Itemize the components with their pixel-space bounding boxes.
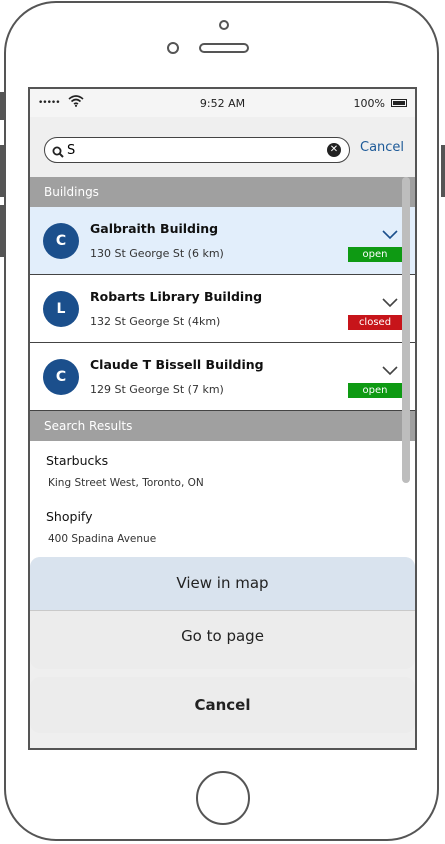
chevron-down-icon[interactable] (382, 225, 398, 244)
sensor-dot (219, 20, 229, 30)
screen: ••••• 9:52 AM 100% ✕ Cancel (28, 87, 417, 750)
mute-switch (0, 92, 4, 120)
view-in-map-button[interactable]: View in map (30, 557, 415, 611)
building-name: Claude T Bissell Building (90, 357, 264, 372)
building-address: 132 St George St (4km) (90, 315, 221, 328)
action-sheet: View in map Go to page (30, 557, 415, 669)
earpiece-speaker (199, 43, 249, 53)
battery-icon (391, 99, 407, 107)
building-row[interactable]: C Galbraith Building 130 St George St (6… (30, 207, 415, 275)
chevron-down-icon[interactable] (382, 361, 398, 380)
home-button[interactable] (196, 771, 250, 825)
volume-down-button (0, 205, 4, 257)
avatar: C (43, 359, 79, 395)
action-sheet-cancel-button[interactable]: Cancel (30, 677, 415, 733)
battery-percent: 100% (353, 97, 385, 110)
result-name: Starbucks (46, 453, 109, 468)
avatar: L (43, 291, 79, 327)
search-icon (52, 143, 64, 162)
go-to-page-button[interactable]: Go to page (30, 610, 415, 663)
section-header-search-results: Search Results (30, 411, 415, 441)
building-row[interactable]: L Robarts Library Building 132 St George… (30, 275, 415, 343)
chevron-down-icon[interactable] (382, 293, 398, 312)
volume-up-button (0, 145, 4, 197)
search-field[interactable]: ✕ (44, 137, 350, 163)
status-badge: closed (348, 315, 402, 330)
building-address: 130 St George St (6 km) (90, 247, 224, 260)
status-badge: open (348, 383, 402, 398)
result-name: Shopify (46, 509, 93, 524)
result-subtitle: 400 Spadina Avenue (48, 533, 157, 545)
avatar: C (43, 223, 79, 259)
building-name: Robarts Library Building (90, 289, 263, 304)
result-subtitle: King Street West, Toronto, ON (48, 477, 204, 489)
building-name: Galbraith Building (90, 221, 219, 236)
search-input[interactable] (67, 141, 317, 159)
clear-search-icon[interactable]: ✕ (327, 143, 341, 157)
scrollbar[interactable] (402, 177, 410, 483)
front-camera (167, 42, 179, 54)
building-row[interactable]: C Claude T Bissell Building 129 St Georg… (30, 343, 415, 411)
search-bar: ✕ Cancel (30, 117, 415, 177)
section-header-buildings: Buildings (30, 177, 415, 207)
search-cancel-button[interactable]: Cancel (360, 140, 404, 155)
list-item[interactable]: Starbucks King Street West, Toronto, ON (30, 441, 415, 497)
building-address: 129 St George St (7 km) (90, 383, 224, 396)
status-bar: ••••• 9:52 AM 100% (30, 89, 415, 117)
list-item[interactable]: Shopify 400 Spadina Avenue (30, 497, 415, 553)
status-badge: open (348, 247, 402, 262)
power-button (441, 145, 445, 197)
